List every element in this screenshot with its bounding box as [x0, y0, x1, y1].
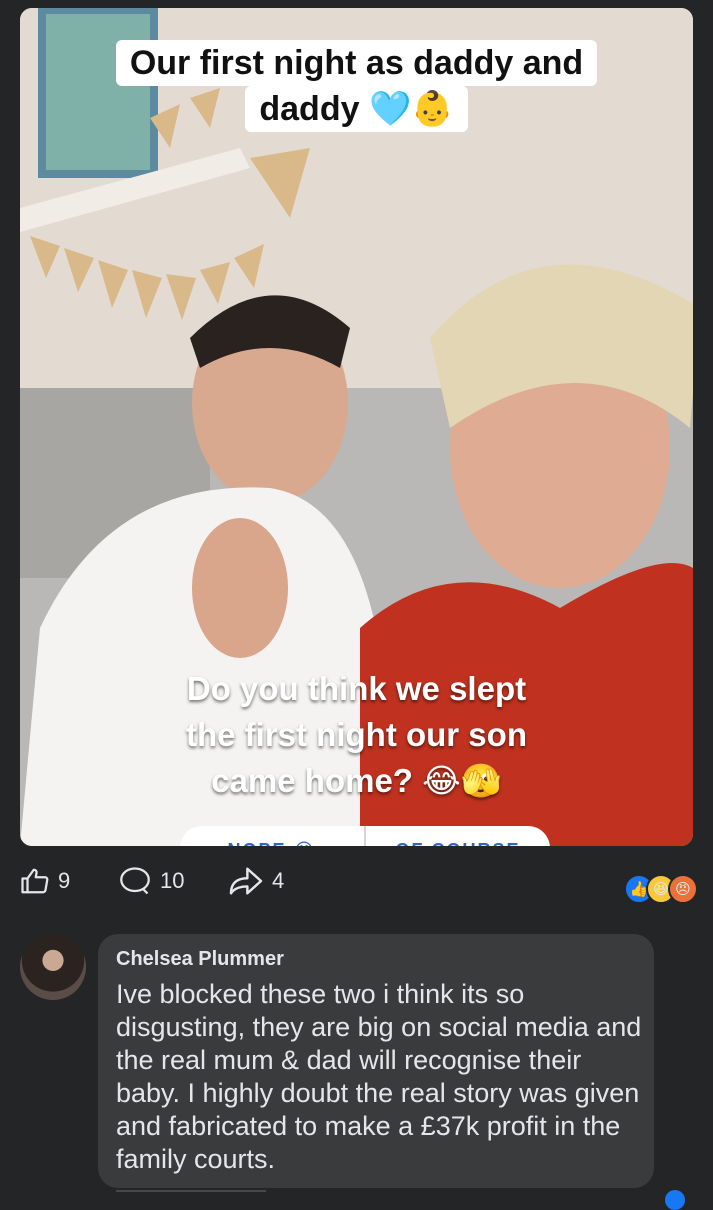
- comment-count: 10: [160, 868, 185, 893]
- reaction-summary[interactable]: 👍 😆 😠: [624, 874, 698, 904]
- caption-line: daddy 🩵👶: [245, 86, 468, 132]
- video-caption-top: Our first night as daddy and daddy 🩵👶: [20, 40, 693, 132]
- post-video[interactable]: Our first night as daddy and daddy 🩵👶 Do…: [20, 8, 693, 846]
- comment-author[interactable]: Chelsea Plummer: [116, 948, 284, 971]
- share-button[interactable]: 4: [228, 866, 284, 896]
- poll-option-nope[interactable]: NOPE 😂: [180, 826, 364, 846]
- post-action-bar: 9 10 4 👍 😆 😠: [18, 866, 698, 906]
- reaction-icon: [665, 1190, 685, 1210]
- like-count: 9: [58, 868, 71, 893]
- poll-option-of-course[interactable]: OF COURSE: [364, 826, 550, 846]
- share-arrow-icon: [229, 867, 263, 895]
- poll-sticker: NOPE 😂 OF COURSE: [180, 826, 550, 846]
- share-count: 4: [272, 868, 285, 893]
- comment-bubble-icon: [120, 867, 150, 895]
- comment-text: Ive blocked these two i think its so dis…: [116, 979, 642, 1174]
- thumbs-up-icon: [21, 868, 49, 894]
- angry-reaction-icon: 😠: [668, 874, 698, 904]
- avatar[interactable]: [20, 934, 86, 1000]
- next-comment-partial: [116, 1190, 266, 1206]
- caption-line: Do you think we slept: [186, 670, 527, 707]
- comment-bubble: Chelsea Plummer Ive blocked these two i …: [98, 934, 654, 1188]
- caption-line: the first night our son: [186, 716, 527, 753]
- caption-line: came home? 😂🫣: [211, 762, 502, 799]
- comment-item: Chelsea Plummer Ive blocked these two i …: [18, 934, 698, 1200]
- comment-button[interactable]: 10: [118, 866, 184, 896]
- video-caption-bottom: Do you think we slept the first night ou…: [20, 666, 693, 804]
- caption-line: Our first night as daddy and: [115, 40, 598, 86]
- like-button[interactable]: 9: [20, 866, 70, 896]
